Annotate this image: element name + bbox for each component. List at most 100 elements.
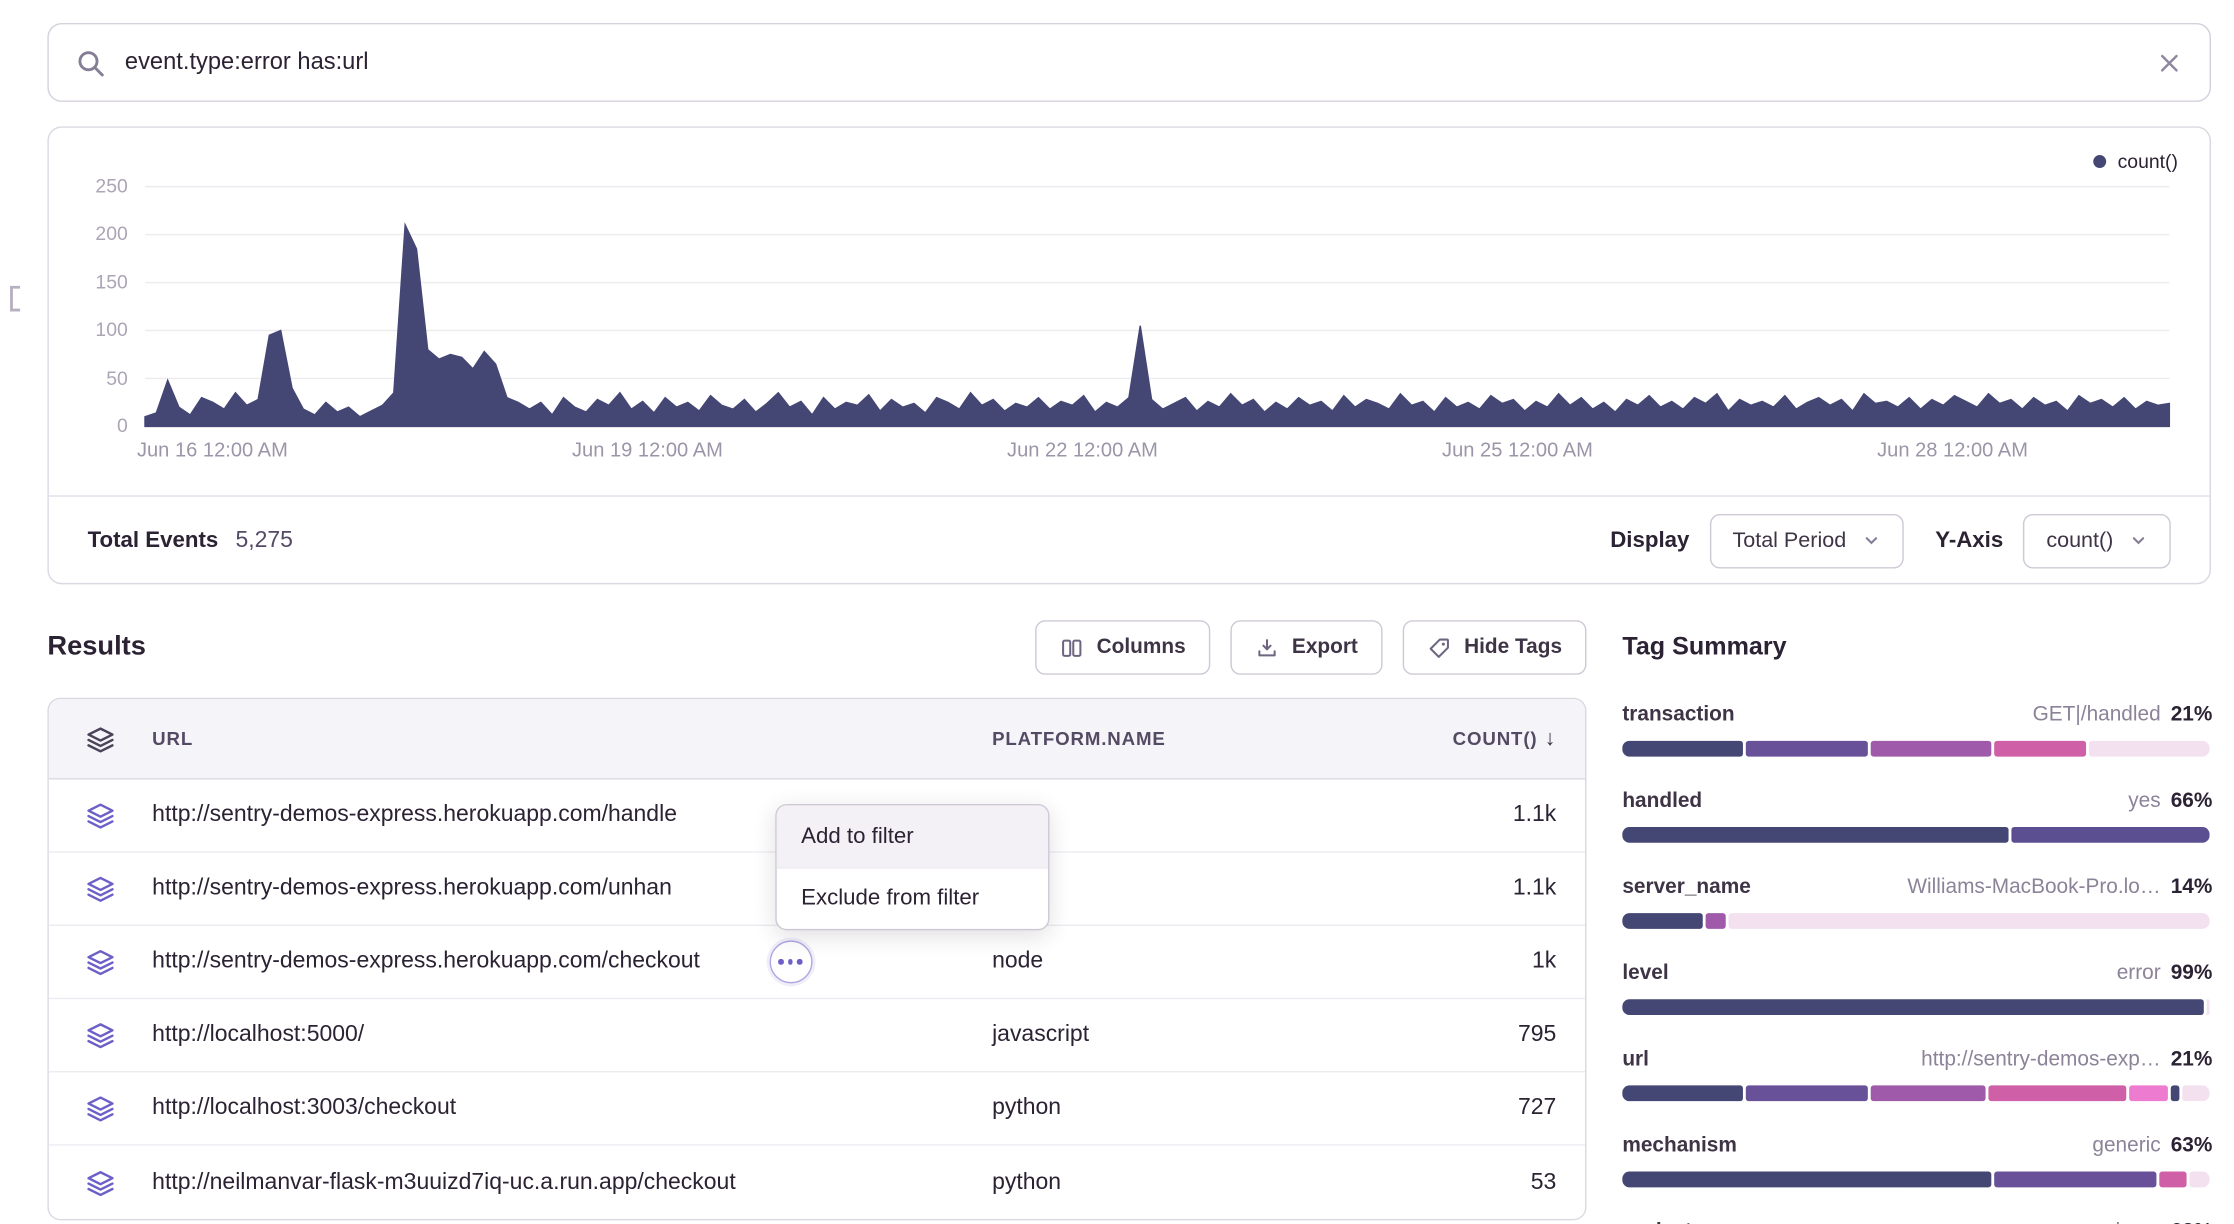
yaxis-label: Y-Axis xyxy=(1935,528,2003,554)
url-cell[interactable]: http://sentry-demos-express.herokuapp.co… xyxy=(152,949,700,975)
tag-bar-segment[interactable] xyxy=(1705,913,1726,929)
url-cell[interactable]: http://neilmanvar-flask-m3uuizd7iq-uc.a.… xyxy=(152,1169,736,1195)
url-cell[interactable]: http://localhost:3003/checkout xyxy=(152,1095,456,1121)
tag-distribution-bar[interactable] xyxy=(1622,999,2212,1015)
tag-percent: 21% xyxy=(2171,1047,2213,1073)
hide-tags-button[interactable]: Hide Tags xyxy=(1402,620,1586,675)
yaxis-dropdown[interactable]: count() xyxy=(2023,513,2170,568)
legend-label: count() xyxy=(2118,151,2178,173)
tag-value: http://sentry-demos-exp… xyxy=(1921,1047,2161,1073)
column-header-count[interactable]: COUNT() ↓ xyxy=(1453,726,1585,750)
url-cell[interactable]: http://localhost:5000/ xyxy=(152,1022,364,1048)
tag-value: yes xyxy=(2128,788,2160,814)
tag-mechanism: mechanism generic 63% xyxy=(1622,1133,2212,1188)
tag-bar-segment[interactable] xyxy=(1746,741,1867,757)
tag-bar-segment[interactable] xyxy=(1622,913,1702,929)
yaxis-dropdown-value: count() xyxy=(2046,528,2113,552)
tag-name: mechanism xyxy=(1622,1133,1737,1159)
count-cell: 1k xyxy=(1532,949,1585,975)
y-axis-tick-label: 200 xyxy=(49,223,128,245)
sort-arrow-down-icon: ↓ xyxy=(1545,726,1557,750)
tag-name: project xyxy=(1622,1219,1691,1224)
search-icon xyxy=(75,47,107,79)
tag-bar-segment[interactable] xyxy=(1622,999,2203,1015)
menu-item-exclude-from-filter[interactable]: Exclude from filter xyxy=(777,867,1048,929)
tag-bar-segment[interactable] xyxy=(1622,827,2009,843)
search-bar[interactable]: event.type:error has:url xyxy=(47,23,2211,102)
export-button[interactable]: Export xyxy=(1230,620,1382,675)
tag-distribution-bar[interactable] xyxy=(1622,913,2212,929)
table-row[interactable]: http://sentry-demos-express.herokuapp.co… xyxy=(49,926,1585,999)
layers-icon xyxy=(49,1168,152,1197)
tag-bar-segment[interactable] xyxy=(2012,827,2210,843)
chart-footer: Total Events 5,275 Display Total Period … xyxy=(49,495,2210,584)
tag-bar-segment[interactable] xyxy=(1988,1085,2127,1101)
events-chart-panel: count() 050100150200250Jun 16 12:00 AMJu… xyxy=(47,126,2211,584)
columns-button[interactable]: Columns xyxy=(1035,620,1210,675)
table-row[interactable]: http://localhost:3003/checkoutpython727 xyxy=(49,1072,1585,1145)
tag-project: projectexpress-demo63% xyxy=(1622,1219,2212,1224)
display-dropdown[interactable]: Total Period xyxy=(1709,513,1903,568)
tag-name: url xyxy=(1622,1047,1649,1073)
tag-bar-segment[interactable] xyxy=(1622,1085,1743,1101)
tag-percent: 14% xyxy=(2171,874,2213,900)
events-histogram[interactable]: count() 050100150200250Jun 16 12:00 AMJu… xyxy=(49,128,2210,496)
total-events-value: 5,275 xyxy=(235,528,292,554)
tag-bar-segment[interactable] xyxy=(1870,1085,1985,1101)
tag-distribution-bar[interactable] xyxy=(1622,1172,2212,1188)
tag-percent: 63% xyxy=(2171,1133,2213,1159)
search-clear-button[interactable] xyxy=(2155,48,2184,77)
y-axis-tick-label: 150 xyxy=(49,271,128,293)
display-label: Display xyxy=(1610,528,1689,554)
tag-bar-segment[interactable] xyxy=(2206,999,2209,1015)
url-cell[interactable]: http://sentry-demos-express.herokuapp.co… xyxy=(152,803,677,829)
tag-name: level xyxy=(1622,960,1668,986)
table-row[interactable]: http://localhost:5000/javascript795 xyxy=(49,999,1585,1072)
tag-server_name: server_nameWilliams-MacBook-Pro.lo…14% xyxy=(1622,874,2212,929)
tag-bar-segment[interactable] xyxy=(1622,1172,1991,1188)
tag-bar-segment[interactable] xyxy=(2171,1085,2180,1101)
platform-cell: python xyxy=(992,1095,1341,1121)
tag-bar-segment[interactable] xyxy=(2159,1172,2186,1188)
menu-item-add-to-filter[interactable]: Add to filter xyxy=(777,805,1048,867)
tag-bar-segment[interactable] xyxy=(2130,1085,2168,1101)
x-axis-tick-label: Jun 16 12:00 AM xyxy=(98,438,328,461)
tag-summary-title: Tag Summary xyxy=(1622,632,2212,662)
tag-name: server_name xyxy=(1622,874,1750,900)
discover-page: event.type:error has:url count() 0501001… xyxy=(0,0,2234,1224)
table-header: URL PLATFORM.NAME COUNT() ↓ xyxy=(49,699,1585,779)
tag-url: url http://sentry-demos-exp… 21% xyxy=(1622,1047,2212,1102)
chevron-down-icon xyxy=(1862,531,1881,550)
chart-legend[interactable]: count() xyxy=(2093,151,2178,173)
x-axis-tick-label: Jun 19 12:00 AM xyxy=(533,438,763,461)
tag-bar-segment[interactable] xyxy=(1994,741,2086,757)
column-header-url[interactable]: URL xyxy=(152,728,992,750)
layers-icon xyxy=(49,801,152,830)
tag-bar-segment[interactable] xyxy=(1994,1172,2156,1188)
download-icon xyxy=(1255,635,1279,659)
tag-distribution-bar[interactable] xyxy=(1622,1085,2212,1101)
column-header-platform[interactable]: PLATFORM.NAME xyxy=(992,728,1341,750)
tag-transaction: transactionGET|/handled21% xyxy=(1622,702,2212,757)
tag-bar-segment[interactable] xyxy=(2088,741,2209,757)
row-actions-button[interactable] xyxy=(769,940,812,983)
tag-bar-segment[interactable] xyxy=(1746,1085,1867,1101)
search-query[interactable]: event.type:error has:url xyxy=(125,49,369,76)
count-cell: 53 xyxy=(1531,1169,1585,1195)
tag-list: transactionGET|/handled21%handledyes66%s… xyxy=(1622,702,2212,1224)
tag-value: error xyxy=(2117,960,2161,986)
sidebar-collapse-handle[interactable] xyxy=(9,286,22,312)
tag-value: generic xyxy=(2092,1133,2160,1159)
layers-icon xyxy=(49,724,152,753)
tag-bar-segment[interactable] xyxy=(1870,741,1991,757)
tag-bar-segment[interactable] xyxy=(2183,1085,2210,1101)
x-axis-tick-label: Jun 25 12:00 AM xyxy=(1403,438,1633,461)
tag-bar-segment[interactable] xyxy=(1729,913,2210,929)
results-table: URL PLATFORM.NAME COUNT() ↓ http://sentr… xyxy=(47,698,1586,1221)
url-cell[interactable]: http://sentry-demos-express.herokuapp.co… xyxy=(152,876,672,902)
table-row[interactable]: http://neilmanvar-flask-m3uuizd7iq-uc.a.… xyxy=(49,1146,1585,1219)
tag-distribution-bar[interactable] xyxy=(1622,741,2212,757)
tag-bar-segment[interactable] xyxy=(1622,741,1743,757)
tag-bar-segment[interactable] xyxy=(2189,1172,2210,1188)
tag-distribution-bar[interactable] xyxy=(1622,827,2212,843)
